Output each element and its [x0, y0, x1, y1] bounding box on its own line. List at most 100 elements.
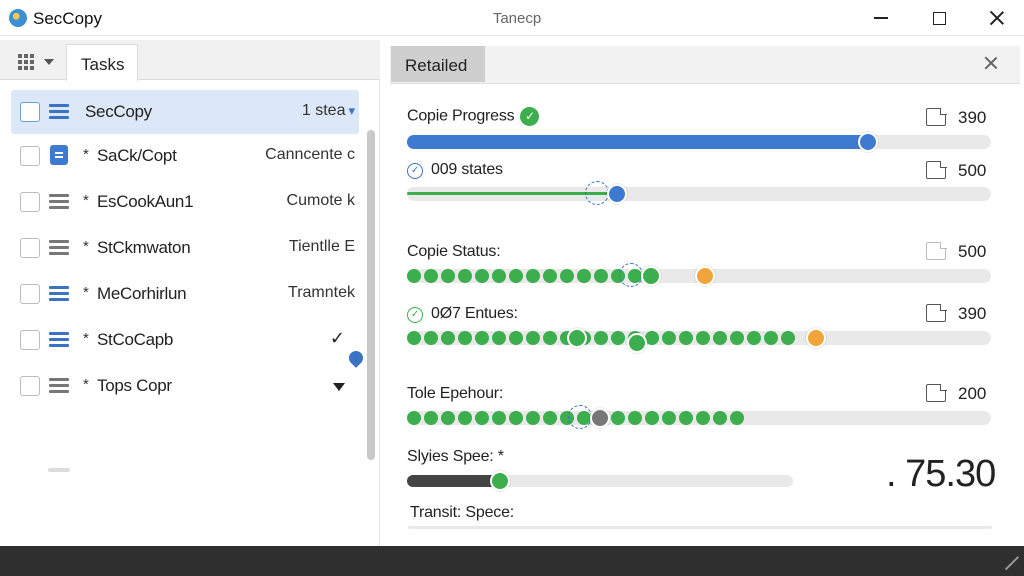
document-outline-icon [926, 107, 947, 126]
entues-value-row: 390 [926, 303, 1024, 324]
task-list-scrollbar[interactable] [364, 90, 378, 576]
sort-arrow-icon[interactable]: ▾ [348, 103, 355, 118]
resize-grip-icon[interactable] [1004, 556, 1018, 570]
triangle-down-icon[interactable] [333, 383, 345, 391]
grid-icon [18, 54, 34, 70]
progress-segment [781, 331, 795, 345]
progress-segment [577, 269, 591, 283]
task-row[interactable]: * StCoCapb ✓ [11, 318, 359, 364]
details-tab-strip: Retailed [390, 46, 1020, 84]
task-status: Tramntek [288, 284, 355, 301]
maximize-button[interactable] [916, 0, 962, 36]
copie-status-handle[interactable] [641, 266, 661, 286]
close-panel-icon[interactable] [984, 56, 998, 70]
progress-segment [407, 269, 421, 283]
title-bar: SecCopy Tanecp [0, 0, 1024, 36]
progress-segment [764, 331, 778, 345]
task-row[interactable]: * Tops Copr [11, 364, 359, 410]
minimize-button[interactable] [858, 0, 904, 36]
progress-segment [492, 331, 506, 345]
states-handle[interactable] [607, 184, 627, 204]
scroll-thumb[interactable] [367, 130, 375, 460]
task-status: Cumote k [286, 192, 355, 209]
task-checkbox[interactable] [20, 146, 40, 166]
speed-readout: . 75.30 [886, 453, 996, 495]
document-outline-icon [926, 303, 947, 322]
tole-epehour-value: 200 [958, 384, 987, 403]
entues-row: ✓ 0Ø7 Entues: [407, 305, 518, 323]
asterisk-icon: * [83, 238, 89, 255]
progress-segment [679, 411, 693, 425]
progress-segment [441, 269, 455, 283]
progress-segment [424, 331, 438, 345]
details-pane: Retailed Copie Progress ✓ 390 ✓ 009 states… [390, 40, 1024, 546]
styles-speed-handle[interactable] [490, 471, 510, 491]
close-window-button[interactable] [974, 0, 1020, 36]
progress-segment [696, 411, 710, 425]
tab-retailed[interactable]: Retailed [391, 46, 485, 82]
task-name: EsCookAun1 [97, 192, 194, 211]
task-checkbox[interactable] [20, 284, 40, 304]
states-slider[interactable] [407, 181, 991, 205]
progress-segment [407, 331, 421, 345]
progress-segment [475, 269, 489, 283]
view-menu-button[interactable] [8, 44, 66, 80]
task-row[interactable]: * EsCookAun1 Cumote k [11, 180, 359, 226]
transit-speed-label: Transit: Spece: [410, 504, 515, 521]
entues-marker [567, 328, 587, 348]
copie-status-label: Copie Status: [407, 243, 501, 260]
entues-label: 0Ø7 Entues: [431, 305, 518, 322]
transit-speed-bar [408, 526, 992, 529]
task-checkbox[interactable] [20, 102, 40, 122]
checkmark-icon: ✓ [329, 328, 345, 348]
left-tab-strip: Tasks [0, 40, 380, 81]
check-circle-outline-icon: ✓ [407, 307, 423, 323]
tole-epehour-bar[interactable] [407, 405, 991, 429]
task-pane: Tasks SecCopy 1 stea ▾ * SaCk/Copt Cannce… [0, 40, 380, 576]
task-checkbox[interactable] [20, 238, 40, 258]
task-name: StCkmwaton [97, 238, 191, 257]
task-status: Canncente c [265, 146, 355, 163]
task-checkbox[interactable] [20, 376, 40, 396]
progress-segment [458, 269, 472, 283]
asterisk-icon: * [83, 192, 89, 209]
progress-segment [424, 411, 438, 425]
progress-segment [560, 269, 574, 283]
task-checkbox[interactable] [20, 330, 40, 350]
copie-status-bar[interactable] [407, 263, 991, 287]
task-row[interactable]: * MeCorhirlun Tramntek [11, 272, 359, 318]
task-row[interactable]: * SaCk/Copt Canncente c [11, 134, 359, 180]
task-checkbox[interactable] [20, 192, 40, 212]
copie-progress-bar[interactable] [407, 132, 991, 152]
tole-epehour-value-row: 200 [926, 383, 1024, 404]
check-circle-icon: ✓ [520, 107, 540, 126]
tole-epehour-handle[interactable] [590, 408, 610, 428]
styles-speed-slider[interactable] [407, 471, 793, 491]
progress-segment [611, 411, 625, 425]
document-icon [50, 145, 68, 165]
copie-progress-value-row: 390 [926, 107, 1024, 128]
tab-tasks[interactable]: Tasks [66, 44, 138, 81]
task-row[interactable]: SecCopy 1 stea ▾ [11, 90, 359, 134]
states-value: 500 [958, 161, 987, 180]
tole-epehour-label: Tole Epehour: [407, 385, 504, 402]
progress-segment [475, 331, 489, 345]
task-status: 1 stea ▾ [301, 102, 355, 119]
progress-segment [628, 411, 642, 425]
document-outline-icon [926, 241, 947, 260]
clock-circle-icon: ✓ [407, 163, 423, 179]
progress-segment [696, 331, 710, 345]
task-status: Tientlle E [288, 238, 355, 255]
styles-speed-label: Slyies Spee: * [407, 448, 504, 465]
entues-segments [407, 331, 798, 345]
list-lines-blue-icon [49, 286, 69, 302]
copie-progress-handle[interactable] [858, 132, 878, 152]
entues-handle[interactable] [806, 328, 826, 348]
progress-segment [441, 411, 455, 425]
copie-progress-value: 390 [958, 108, 987, 127]
entues-bar[interactable] [407, 328, 991, 353]
progress-segment [526, 331, 540, 345]
copie-progress-row: Copie Progress ✓ [407, 107, 540, 126]
copie-status-value-row: 500 [926, 241, 1024, 262]
task-row[interactable]: * StCkmwaton Tientlle E [11, 226, 359, 272]
